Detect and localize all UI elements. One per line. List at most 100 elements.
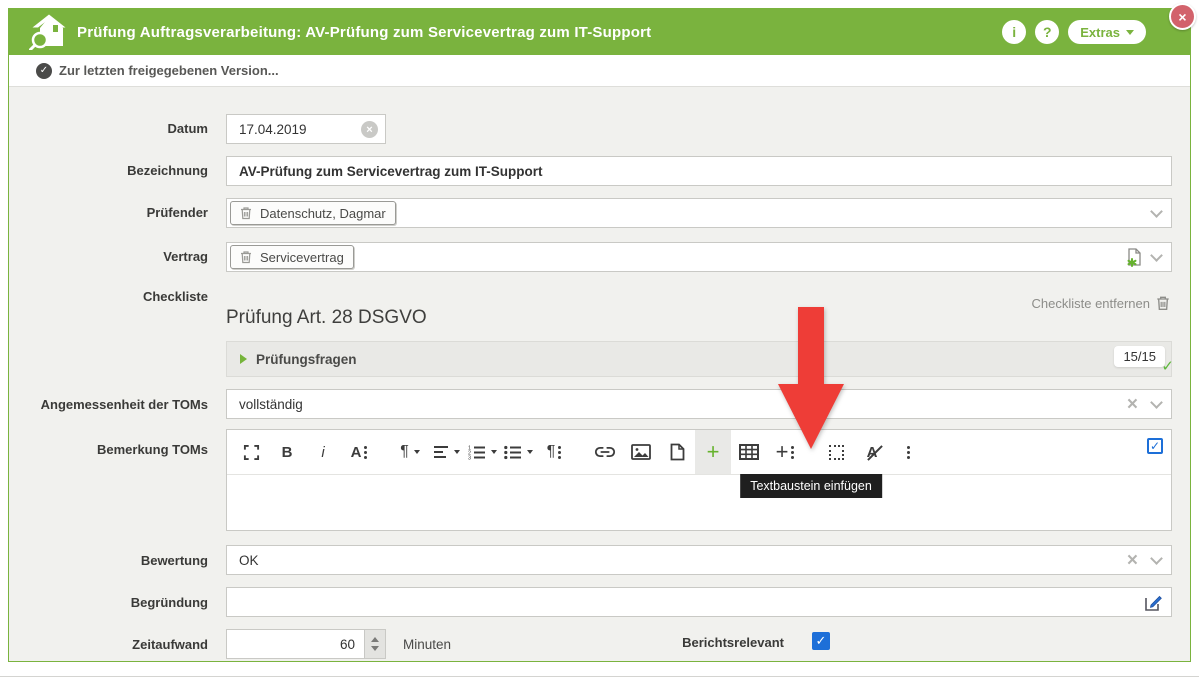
ordered-list-icon: 123 bbox=[468, 445, 486, 460]
editor-content[interactable] bbox=[227, 475, 1171, 531]
italic-button[interactable]: i bbox=[305, 430, 341, 474]
more-dots-icon bbox=[791, 446, 794, 449]
checkliste-remove-button[interactable]: Checkliste entfernen bbox=[1031, 295, 1170, 311]
insert-textblock-icon: + bbox=[707, 441, 720, 463]
datum-label: Datum bbox=[9, 121, 208, 136]
extras-button[interactable]: Extras bbox=[1068, 20, 1146, 44]
more-dots-icon bbox=[364, 446, 367, 449]
begruendung-field bbox=[226, 587, 1172, 617]
tooltip: Textbaustein einfügen bbox=[740, 474, 882, 498]
number-stepper[interactable] bbox=[364, 630, 385, 658]
page-button[interactable] bbox=[659, 430, 695, 474]
checkliste-remove-label: Checkliste entfernen bbox=[1031, 296, 1150, 311]
insert-textblock-button[interactable]: + bbox=[695, 430, 731, 474]
zeitaufwand-input[interactable] bbox=[227, 630, 385, 658]
fullscreen-icon bbox=[243, 444, 260, 461]
svg-text:3: 3 bbox=[468, 455, 471, 460]
clear-date-icon[interactable]: × bbox=[361, 121, 378, 138]
italic-icon: i bbox=[321, 444, 324, 461]
pruefender-chip-label: Datenschutz, Dagmar bbox=[260, 206, 386, 221]
fullscreen-button[interactable] bbox=[233, 430, 269, 474]
container-button[interactable] bbox=[818, 430, 854, 474]
progress-badge: 15/15 ✓ bbox=[1114, 346, 1165, 367]
vertrag-chip[interactable]: Servicevertrag bbox=[230, 245, 354, 269]
plus-icon: + bbox=[776, 441, 789, 463]
dialog-title: Prüfung Auftragsverarbeitung: AV-Prüfung… bbox=[77, 24, 651, 41]
chevron-down-icon bbox=[1126, 30, 1134, 35]
clear-format-button[interactable]: A bbox=[854, 430, 890, 474]
vertrag-label: Vertrag bbox=[9, 249, 208, 264]
pruefender-label: Prüfender bbox=[9, 205, 208, 220]
paragraph-more-button[interactable]: ¶ bbox=[536, 430, 572, 474]
zeitaufwand-label: Zeitaufwand bbox=[9, 637, 208, 652]
info-button[interactable]: i bbox=[1002, 20, 1026, 44]
pruefender-chip[interactable]: Datenschutz, Dagmar bbox=[230, 201, 396, 225]
angemessenheit-label: Angemessenheit der TOMs bbox=[9, 397, 208, 412]
audit-house-icon bbox=[29, 14, 69, 50]
clear-selection-icon[interactable]: × bbox=[1127, 395, 1138, 414]
begruendung-input[interactable] bbox=[227, 588, 1171, 616]
paragraph-icon: ¶ bbox=[400, 443, 409, 461]
link-button[interactable] bbox=[587, 430, 623, 474]
clear-selection-icon[interactable]: × bbox=[1127, 551, 1138, 570]
chevron-down-icon[interactable] bbox=[1150, 249, 1163, 262]
check-icon: ✓ bbox=[1161, 357, 1174, 375]
align-button[interactable] bbox=[428, 430, 464, 474]
close-button[interactable]: × bbox=[1169, 3, 1196, 30]
chevron-down-icon bbox=[527, 450, 533, 454]
version-bar: ✓ Zur letzten freigegebenen Version... bbox=[9, 55, 1190, 87]
editor-checkbox[interactable]: ✓ bbox=[1147, 438, 1163, 454]
berichtsrelevant-label: Berichtsrelevant bbox=[569, 635, 784, 650]
ordered-list-button[interactable]: 123 bbox=[464, 430, 500, 474]
table-button[interactable] bbox=[731, 430, 767, 474]
image-button[interactable] bbox=[623, 430, 659, 474]
stepper-down-icon[interactable] bbox=[371, 646, 379, 651]
chevron-down-icon[interactable] bbox=[1150, 205, 1163, 218]
pruefung-dialog: Prüfung Auftragsverarbeitung: AV-Prüfung… bbox=[8, 8, 1191, 662]
chevron-down-icon[interactable] bbox=[1150, 552, 1163, 565]
edit-icon[interactable] bbox=[1143, 593, 1163, 613]
trash-icon[interactable] bbox=[240, 206, 252, 220]
vertrag-field[interactable]: Servicevertrag bbox=[226, 242, 1172, 272]
angemessenheit-field: × bbox=[226, 389, 1172, 419]
bold-button[interactable]: B bbox=[269, 430, 305, 474]
more-options-button[interactable] bbox=[890, 430, 926, 474]
progress-badge-value: 15/15 bbox=[1123, 349, 1156, 364]
stepper-up-icon[interactable] bbox=[371, 637, 379, 642]
dialog-header: Prüfung Auftragsverarbeitung: AV-Prüfung… bbox=[9, 9, 1190, 55]
image-icon bbox=[631, 444, 651, 460]
align-icon bbox=[433, 445, 449, 459]
new-document-icon[interactable] bbox=[1124, 247, 1144, 267]
angemessenheit-input[interactable] bbox=[227, 390, 1171, 418]
link-icon bbox=[594, 444, 616, 460]
chevron-down-icon bbox=[414, 450, 420, 454]
font-icon: A bbox=[351, 444, 362, 461]
font-settings-button[interactable]: A bbox=[341, 430, 377, 474]
bezeichnung-input[interactable] bbox=[227, 157, 1171, 185]
bewertung-label: Bewertung bbox=[9, 553, 208, 568]
clear-format-icon: A bbox=[867, 444, 878, 461]
editor-toolbar: B i A ¶ 123 ¶ bbox=[227, 430, 1171, 475]
page-divider bbox=[0, 676, 1199, 677]
dotted-square-icon bbox=[829, 445, 844, 460]
trash-icon[interactable] bbox=[240, 250, 252, 264]
help-button[interactable]: ? bbox=[1035, 20, 1059, 44]
berichtsrelevant-checkbox[interactable]: ✓ bbox=[812, 632, 830, 650]
pruefungsfragen-label: Prüfungsfragen bbox=[256, 352, 357, 367]
paragraph-icon: ¶ bbox=[547, 443, 556, 461]
datum-field: × bbox=[226, 114, 386, 144]
vertrag-chip-label: Servicevertrag bbox=[260, 250, 344, 265]
unordered-list-button[interactable] bbox=[500, 430, 536, 474]
trash-icon bbox=[1156, 295, 1170, 311]
pruefungsfragen-section[interactable]: Prüfungsfragen 15/15 ✓ bbox=[226, 341, 1172, 377]
expand-triangle-icon bbox=[240, 354, 247, 364]
check-circle-icon: ✓ bbox=[36, 63, 52, 79]
paragraph-format-button[interactable]: ¶ bbox=[392, 430, 428, 474]
bewertung-input[interactable] bbox=[227, 546, 1171, 574]
chevron-down-icon[interactable] bbox=[1150, 396, 1163, 409]
minuten-label: Minuten bbox=[403, 637, 451, 652]
pruefender-field[interactable]: Datenschutz, Dagmar bbox=[226, 198, 1172, 228]
checkliste-label: Checkliste bbox=[9, 289, 208, 304]
insert-more-button[interactable]: + bbox=[767, 430, 803, 474]
version-link[interactable]: Zur letzten freigegebenen Version... bbox=[59, 63, 279, 78]
